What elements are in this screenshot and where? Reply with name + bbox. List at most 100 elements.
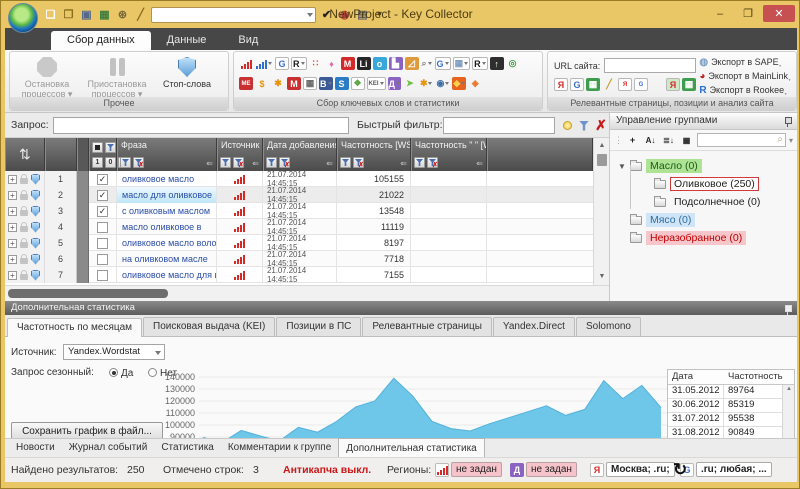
funnel-icon[interactable]	[105, 142, 116, 153]
region-direct[interactable]: Дне задан	[510, 462, 577, 477]
expand-icon[interactable]: +	[8, 239, 17, 248]
zoom-search-icon[interactable]: ⌕	[421, 57, 433, 70]
table-row[interactable]: +4масло оливковое в21.07.2014 14:45:1511…	[5, 219, 593, 235]
expand-icon[interactable]: +	[8, 175, 17, 184]
table-row[interactable]: +6на оливковом масле21.07.2014 14:45:157…	[5, 251, 593, 267]
calculator-icon[interactable]: ▦	[303, 77, 317, 90]
header-filler[interactable]	[487, 138, 593, 171]
checkbox[interactable]	[97, 222, 108, 233]
stats-tab-6[interactable]: Solomono	[576, 317, 641, 336]
table-row[interactable]: +7оливковое масло для волос21.07.2014 14…	[5, 267, 593, 283]
header-col-3[interactable]: Дата добавления✗⇐	[263, 138, 337, 171]
header-col-4[interactable]: Частотность [WS]✗⇐	[337, 138, 411, 171]
checkbox[interactable]: ✓	[97, 174, 108, 185]
funnel-edit-icon[interactable]	[340, 157, 351, 168]
maximize-button[interactable]: ❐	[735, 5, 761, 22]
scroll-up-icon[interactable]: ▲	[783, 386, 795, 392]
select-all-icon[interactable]	[92, 142, 103, 153]
funnel-edit-icon[interactable]	[120, 157, 131, 168]
frequency-row[interactable]: 31.05.201289764	[668, 385, 794, 399]
maps-icon[interactable]: ▦	[453, 57, 471, 70]
hand-2-icon[interactable]: ✱	[419, 77, 434, 90]
counter-button[interactable]: ▦	[679, 133, 694, 147]
bottom-tab-1[interactable]: Новости	[9, 439, 62, 457]
header-controls[interactable]: ⇅	[5, 138, 45, 171]
stat-orange-icon[interactable]: ◿	[405, 57, 419, 70]
odnoklassniki-icon[interactable]: o	[373, 57, 387, 70]
ok-green-icon[interactable]: ◎	[506, 57, 520, 70]
funnel-clear-icon[interactable]: ✗	[427, 157, 438, 168]
header-checkbox[interactable]: 10✗	[89, 138, 117, 171]
minimize-button[interactable]: –	[707, 5, 733, 22]
table-row[interactable]: +1✓оливковое масло21.07.2014 14:45:15105…	[5, 171, 593, 187]
kei-icon[interactable]: KEI	[367, 77, 386, 90]
group-search-input[interactable]: ⌕	[697, 133, 786, 147]
table-row[interactable]: +2✓масло для оливковое21.07.2014 14:45:1…	[5, 187, 593, 203]
table-row[interactable]: +3✓с оливковым маслом21.07.2014 14:45:15…	[5, 203, 593, 219]
stats-tab-1[interactable]: Частотность по месяцам	[7, 318, 142, 337]
expand-arrow-icon[interactable]: ▼	[618, 162, 626, 171]
expand-icon[interactable]: +	[8, 255, 17, 264]
filter-icon[interactable]	[576, 118, 592, 133]
sort-color-button[interactable]: ≣↓	[661, 133, 676, 147]
region-google[interactable]: G.ru; любая; ...	[680, 462, 772, 477]
toolbar-overflow-icon[interactable]: ▾	[789, 136, 793, 145]
bottom-tab-3[interactable]: Статистика	[154, 439, 221, 457]
clear-filter-icon[interactable]: ✗	[593, 118, 609, 133]
scroll-thumb[interactable]	[8, 289, 168, 298]
export-mainlink-link[interactable]: ◕Экспорт в MainLink˯	[699, 69, 791, 83]
rambler-kw-icon[interactable]: R	[291, 57, 307, 70]
box-icon[interactable]: ◈	[468, 77, 482, 90]
table-vertical-scrollbar[interactable]: ▲ ▼	[593, 138, 609, 285]
pictures-icon[interactable]: ❖	[351, 77, 365, 90]
google-kei-icon[interactable]: G	[634, 78, 648, 91]
funnel-edit-icon[interactable]	[414, 157, 425, 168]
google-icon[interactable]: G	[570, 78, 584, 91]
direct-icon[interactable]: Д	[388, 77, 401, 90]
funnel-edit-icon[interactable]	[266, 157, 277, 168]
excel-export-icon[interactable]: ▦	[586, 78, 600, 91]
tree-item-3[interactable]: Подсолнечное (0)	[610, 193, 797, 211]
bottom-tab-4[interactable]: Комментарии к группе	[221, 439, 338, 457]
yandex-kei-icon[interactable]: Я	[618, 78, 632, 91]
suggest-dots-icon[interactable]: ∷	[309, 57, 323, 70]
frequency-row[interactable]: 30.06.201285319	[668, 399, 794, 413]
mail-metrics-icon[interactable]: M	[341, 57, 355, 70]
close-button[interactable]: ✕	[763, 5, 795, 22]
idea-icon[interactable]	[559, 118, 575, 133]
checkbox[interactable]: ✓	[97, 190, 108, 201]
expand-icon[interactable]: +	[8, 271, 17, 280]
scroll-down-icon[interactable]: ▼	[594, 270, 610, 284]
region-wordstat[interactable]: не задан	[435, 462, 502, 477]
stats-tab-3[interactable]: Позиции в ПС	[276, 317, 361, 336]
bottom-tab-2[interactable]: Журнал событий	[62, 439, 155, 457]
leaf-icon[interactable]: ➤	[403, 77, 417, 90]
add-group-button[interactable]: +	[625, 133, 640, 147]
refresh-icon[interactable]: ↻	[673, 460, 687, 480]
vk-icon[interactable]: B	[319, 77, 333, 90]
query-input[interactable]	[53, 117, 349, 134]
funnel-clear-icon[interactable]: ✗	[279, 157, 290, 168]
source-select[interactable]: Yandex.Wordstat	[63, 344, 165, 360]
checkbox[interactable]	[97, 238, 108, 249]
tree-item-1[interactable]: ▼Масло (0)	[610, 157, 797, 175]
tree-item-4[interactable]: Мясо (0)	[610, 211, 797, 229]
sape-icon[interactable]: $	[255, 77, 269, 90]
mail-2-icon[interactable]: M	[287, 77, 301, 90]
header-col-1[interactable]: Фраза✗⇐	[117, 138, 217, 171]
pin-left-icon[interactable]: ⇐	[476, 159, 483, 168]
likes-icon[interactable]: ↑	[490, 57, 504, 70]
checkbox[interactable]: ✓	[97, 206, 108, 217]
google-stats-icon[interactable]: G	[435, 57, 451, 70]
region-yandex[interactable]: ЯМосква; .ru;	[590, 462, 675, 477]
yandex-check-icon[interactable]: Я	[666, 78, 680, 91]
table-row[interactable]: +5оливковое масло волосы21.07.2014 14:45…	[5, 235, 593, 251]
export-sape-link[interactable]: ◍Экспорт в SAPE˯	[699, 55, 791, 69]
pin-left-icon[interactable]: ⇐	[326, 159, 333, 168]
wordstat-deep-icon[interactable]	[255, 57, 273, 70]
pin-left-icon[interactable]: ⇐	[252, 159, 259, 168]
liveinternet-icon[interactable]: Li	[357, 57, 371, 70]
pin-icon[interactable]	[784, 117, 791, 126]
spy-icon[interactable]: ◉	[435, 77, 450, 90]
bottom-tab-5[interactable]: Дополнительная статистика	[338, 438, 484, 457]
